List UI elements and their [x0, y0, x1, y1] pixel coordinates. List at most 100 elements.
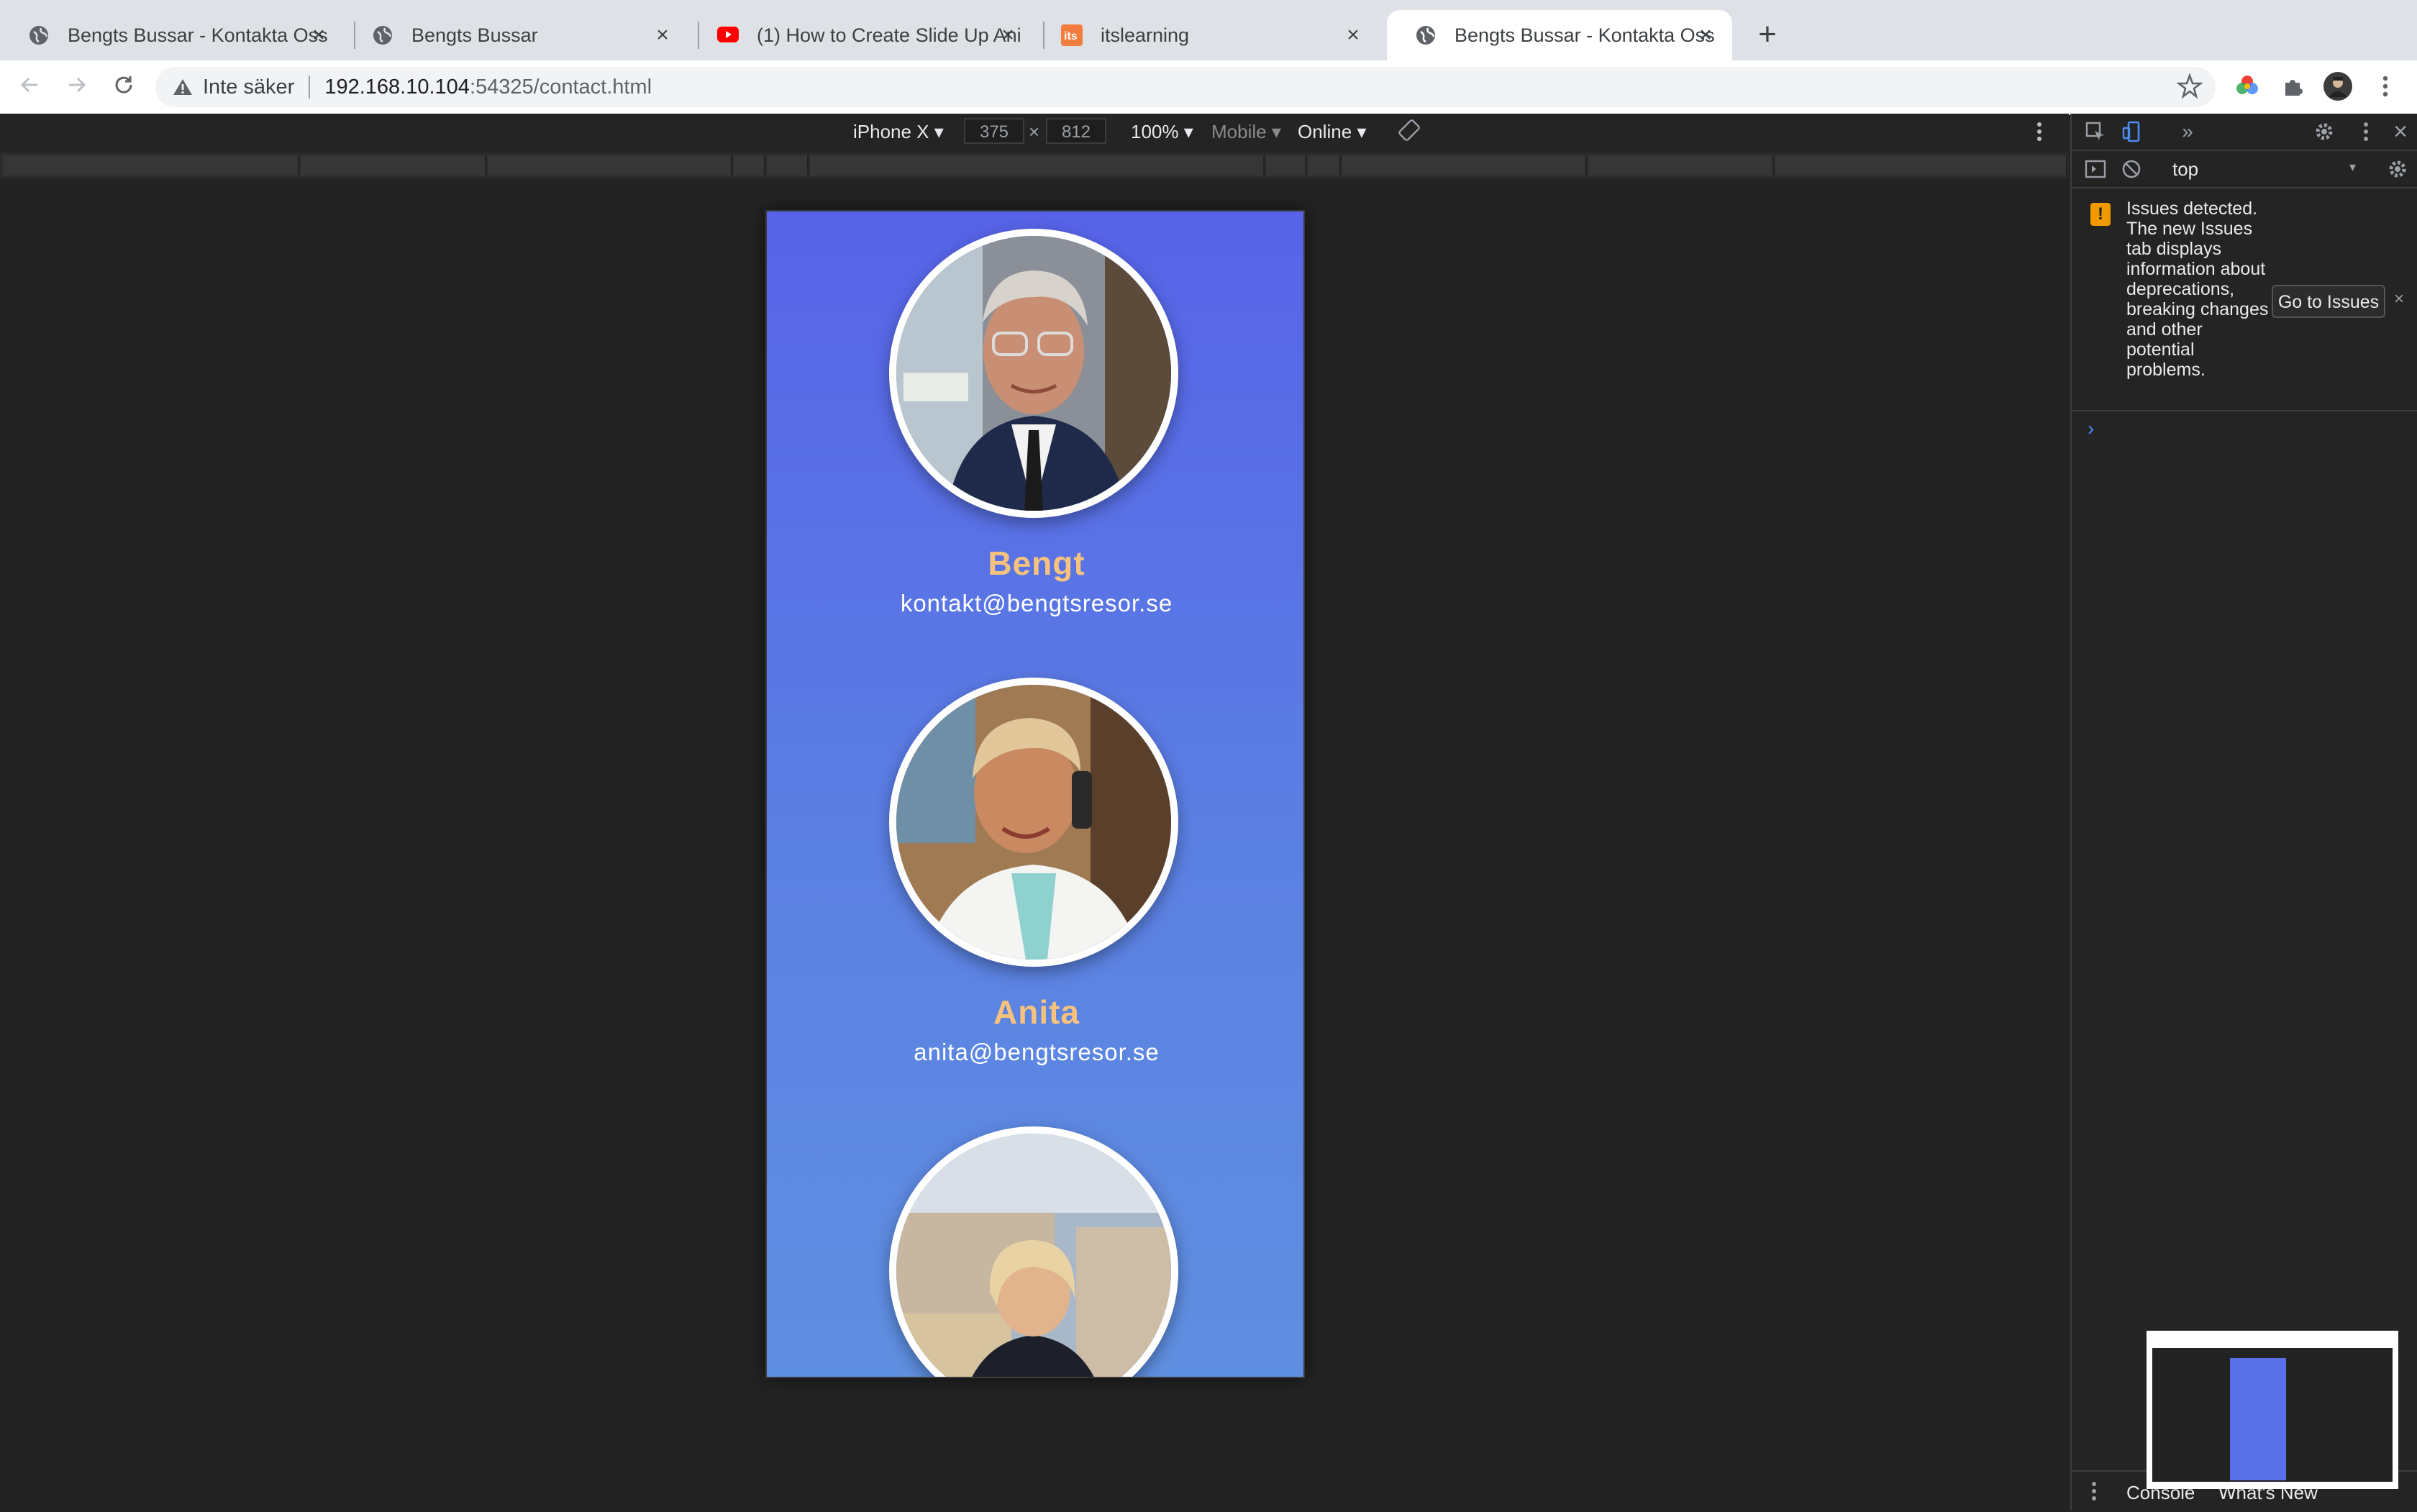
- mode-select[interactable]: Mobile ▾: [1211, 119, 1281, 144]
- dropdown-arrow-icon: ▾: [1357, 121, 1367, 142]
- reload-button[interactable]: [108, 70, 140, 102]
- device-name: iPhone X: [853, 121, 929, 142]
- media-query-segment[interactable]: [810, 155, 1265, 176]
- tab-title: Bengts Bussar - Kontakta Oss: [1455, 24, 1715, 46]
- dimension-x-icon: ×: [1029, 121, 1040, 142]
- tab-4[interactable]: its itslearning ×: [1034, 10, 1380, 60]
- devtools-toolbar: » ×: [2072, 114, 2417, 151]
- tab-title: itslearning: [1101, 24, 1190, 46]
- close-icon[interactable]: ×: [996, 23, 1020, 47]
- zoom-select[interactable]: 100% ▾: [1131, 119, 1193, 144]
- height-input[interactable]: 812: [1046, 118, 1106, 144]
- globe-icon: [27, 24, 50, 47]
- divider: [309, 76, 311, 99]
- devtools-panel: » × top ▾ ! Issues detected. The new Iss…: [2070, 114, 2417, 1512]
- close-icon[interactable]: ×: [1341, 23, 1365, 47]
- globe-icon: [1414, 24, 1437, 47]
- dropdown-arrow-icon: ▾: [2349, 160, 2357, 174]
- url-path: :54325/contact.html: [469, 75, 652, 99]
- network-select[interactable]: Online ▾: [1298, 119, 1366, 144]
- arrow-left-icon: [20, 77, 37, 93]
- width-input[interactable]: 375: [964, 118, 1024, 144]
- mode-value: Mobile: [1211, 121, 1267, 142]
- color-picker-extension-icon[interactable]: [2231, 70, 2263, 102]
- profile-avatar[interactable]: [2322, 70, 2354, 102]
- settings-gear-icon[interactable]: [2312, 119, 2336, 144]
- devtools-more-icon[interactable]: [2354, 119, 2378, 144]
- puzzle-extensions-icon[interactable]: [2277, 70, 2309, 102]
- more-tabs-icon[interactable]: »: [2175, 119, 2200, 144]
- forward-button[interactable]: [60, 70, 92, 102]
- youtube-icon: [716, 24, 739, 47]
- tab-2[interactable]: Bengts Bussar ×: [344, 10, 689, 60]
- portrait-photo: [896, 236, 1171, 511]
- globe-icon: [371, 24, 394, 47]
- drawer-more-icon[interactable]: [2082, 1479, 2106, 1503]
- new-tab-button[interactable]: +: [1749, 17, 1785, 53]
- browser-toolbar: Inte säker 192.168.10.104 :54325/contact…: [0, 60, 2417, 115]
- close-icon[interactable]: ×: [2394, 289, 2404, 309]
- bookmark-star-icon[interactable]: [2174, 70, 2206, 102]
- media-query-segment[interactable]: [301, 155, 486, 176]
- url-host: 192.168.10.104: [324, 75, 470, 99]
- contact-name: Bengt: [988, 545, 1085, 582]
- contact-name: Anita: [993, 993, 1080, 1031]
- media-query-segment[interactable]: [1342, 155, 1587, 176]
- media-query-segment[interactable]: [767, 155, 809, 176]
- device-more-icon[interactable]: [2036, 121, 2043, 145]
- media-query-segment[interactable]: [1588, 155, 1774, 176]
- zoom-value: 100%: [1131, 121, 1179, 142]
- reload-icon: [115, 76, 132, 94]
- tab-5-active[interactable]: Bengts Bussar - Kontakta Oss ×: [1387, 10, 1732, 60]
- media-query-segment[interactable]: [734, 155, 765, 176]
- media-query-segment[interactable]: [488, 155, 732, 176]
- tab-title: Bengts Bussar: [411, 24, 538, 46]
- media-query-segment[interactable]: [1308, 155, 1341, 176]
- security-label[interactable]: Inte säker: [203, 76, 294, 99]
- contact-email[interactable]: anita@bengtsresor.se: [767, 1039, 1303, 1066]
- close-icon[interactable]: ×: [306, 23, 331, 47]
- device-toggle-icon[interactable]: [2121, 119, 2145, 144]
- media-query-segment[interactable]: [3, 155, 299, 176]
- arrow-right-icon: [69, 77, 86, 93]
- screenshot-thumbnail[interactable]: [2147, 1331, 2398, 1489]
- dropdown-arrow-icon: ▾: [1271, 121, 1281, 142]
- tab-title: Bengts Bussar - Kontakta Oss: [68, 24, 328, 46]
- thumbnail-content: [2152, 1348, 2393, 1482]
- avatar: [889, 229, 1178, 518]
- device-toolbar: iPhone X ▾ 375 × 812 100% ▾ Mobile ▾ Onl…: [0, 114, 2069, 150]
- avatar: [889, 1126, 1178, 1377]
- close-devtools-icon[interactable]: ×: [2388, 118, 2413, 145]
- inspect-element-icon[interactable]: [2083, 119, 2108, 144]
- console-toolbar: top ▾: [2072, 151, 2417, 188]
- console-settings-gear-icon[interactable]: [2385, 157, 2410, 181]
- rotate-icon[interactable]: [1397, 118, 1421, 142]
- close-icon[interactable]: ×: [650, 23, 675, 47]
- device-select[interactable]: iPhone X ▾: [853, 119, 944, 144]
- tab-title: (1) How to Create Slide Up Ani: [757, 24, 1021, 46]
- itslearning-icon: its: [1060, 24, 1083, 47]
- tab-1[interactable]: Bengts Bussar - Kontakta Oss ×: [0, 10, 345, 60]
- media-query-segment[interactable]: [1775, 155, 2067, 176]
- back-button[interactable]: [14, 70, 46, 102]
- portrait-photo: [896, 685, 1171, 960]
- close-icon[interactable]: ×: [1693, 23, 1718, 47]
- dropdown-arrow-icon: ▾: [1183, 121, 1193, 142]
- tab-3[interactable]: (1) How to Create Slide Up Ani ×: [689, 10, 1034, 60]
- sidebar-toggle-icon[interactable]: [2083, 157, 2108, 181]
- address-bar[interactable]: Inte säker 192.168.10.104 :54325/contact…: [155, 67, 2216, 107]
- warning-icon: !: [2090, 203, 2111, 226]
- issues-banner: ! Issues detected. The new Issues tab di…: [2072, 188, 2417, 411]
- context-select[interactable]: top: [2172, 158, 2198, 181]
- go-to-issues-button[interactable]: Go to Issues: [2272, 285, 2385, 318]
- clear-console-icon[interactable]: [2119, 157, 2144, 181]
- avatar: [889, 678, 1178, 967]
- console-prompt[interactable]: ›: [2088, 417, 2094, 440]
- contact-email[interactable]: kontakt@bengtsresor.se: [767, 590, 1303, 617]
- media-query-segment[interactable]: [1266, 155, 1306, 176]
- tab-strip: Bengts Bussar - Kontakta Oss × Bengts Bu…: [0, 0, 2417, 60]
- portrait-photo: [896, 1134, 1171, 1377]
- svg-text:its: its: [1064, 30, 1078, 42]
- media-query-bar[interactable]: [0, 152, 2069, 178]
- more-menu-icon[interactable]: [2370, 70, 2401, 102]
